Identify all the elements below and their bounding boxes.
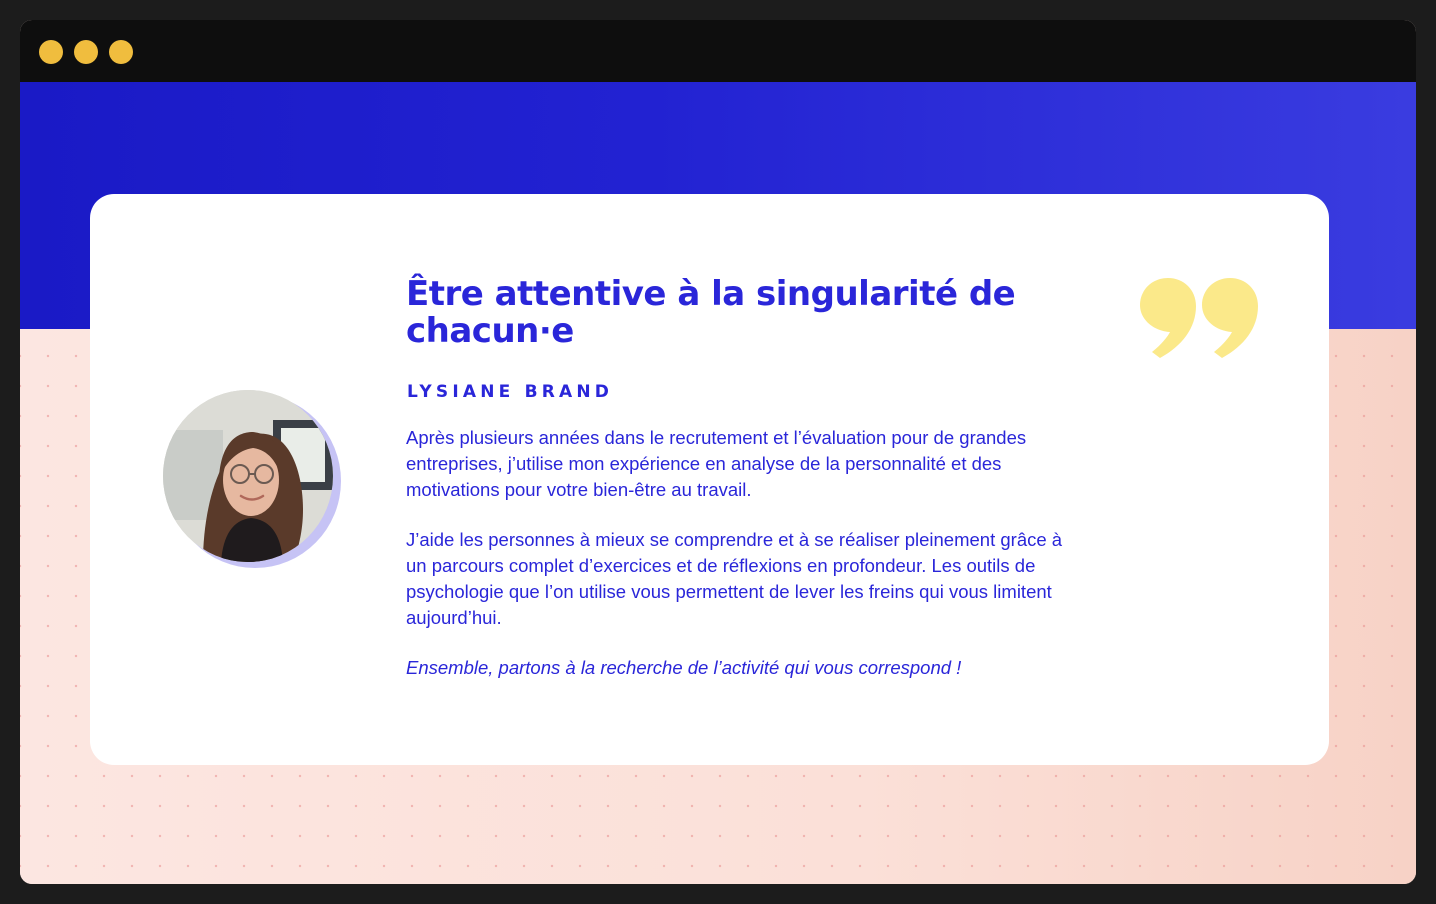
testimonial-paragraph: Après plusieurs années dans le recruteme… — [406, 427, 1027, 500]
maximize-window-icon[interactable] — [109, 40, 133, 64]
author-avatar — [163, 390, 343, 570]
author-name: LYSIANE BRAND — [407, 382, 614, 402]
testimonial-closing-line: Ensemble, partons à la recherche de l’ac… — [406, 657, 962, 678]
window-titlebar — [20, 20, 1416, 82]
testimonial-paragraph: J’aide les personnes à mieux se comprend… — [406, 529, 1063, 628]
portrait-photo-icon — [163, 390, 333, 562]
testimonial-headline: Être attentive à la singularité de chacu… — [406, 274, 1016, 351]
browser-window: Être attentive à la singularité de chacu… — [20, 20, 1416, 884]
testimonial-card: Être attentive à la singularité de chacu… — [90, 194, 1329, 765]
closing-quote-icon — [1140, 278, 1258, 358]
minimize-window-icon[interactable] — [74, 40, 98, 64]
close-window-icon[interactable] — [39, 40, 63, 64]
